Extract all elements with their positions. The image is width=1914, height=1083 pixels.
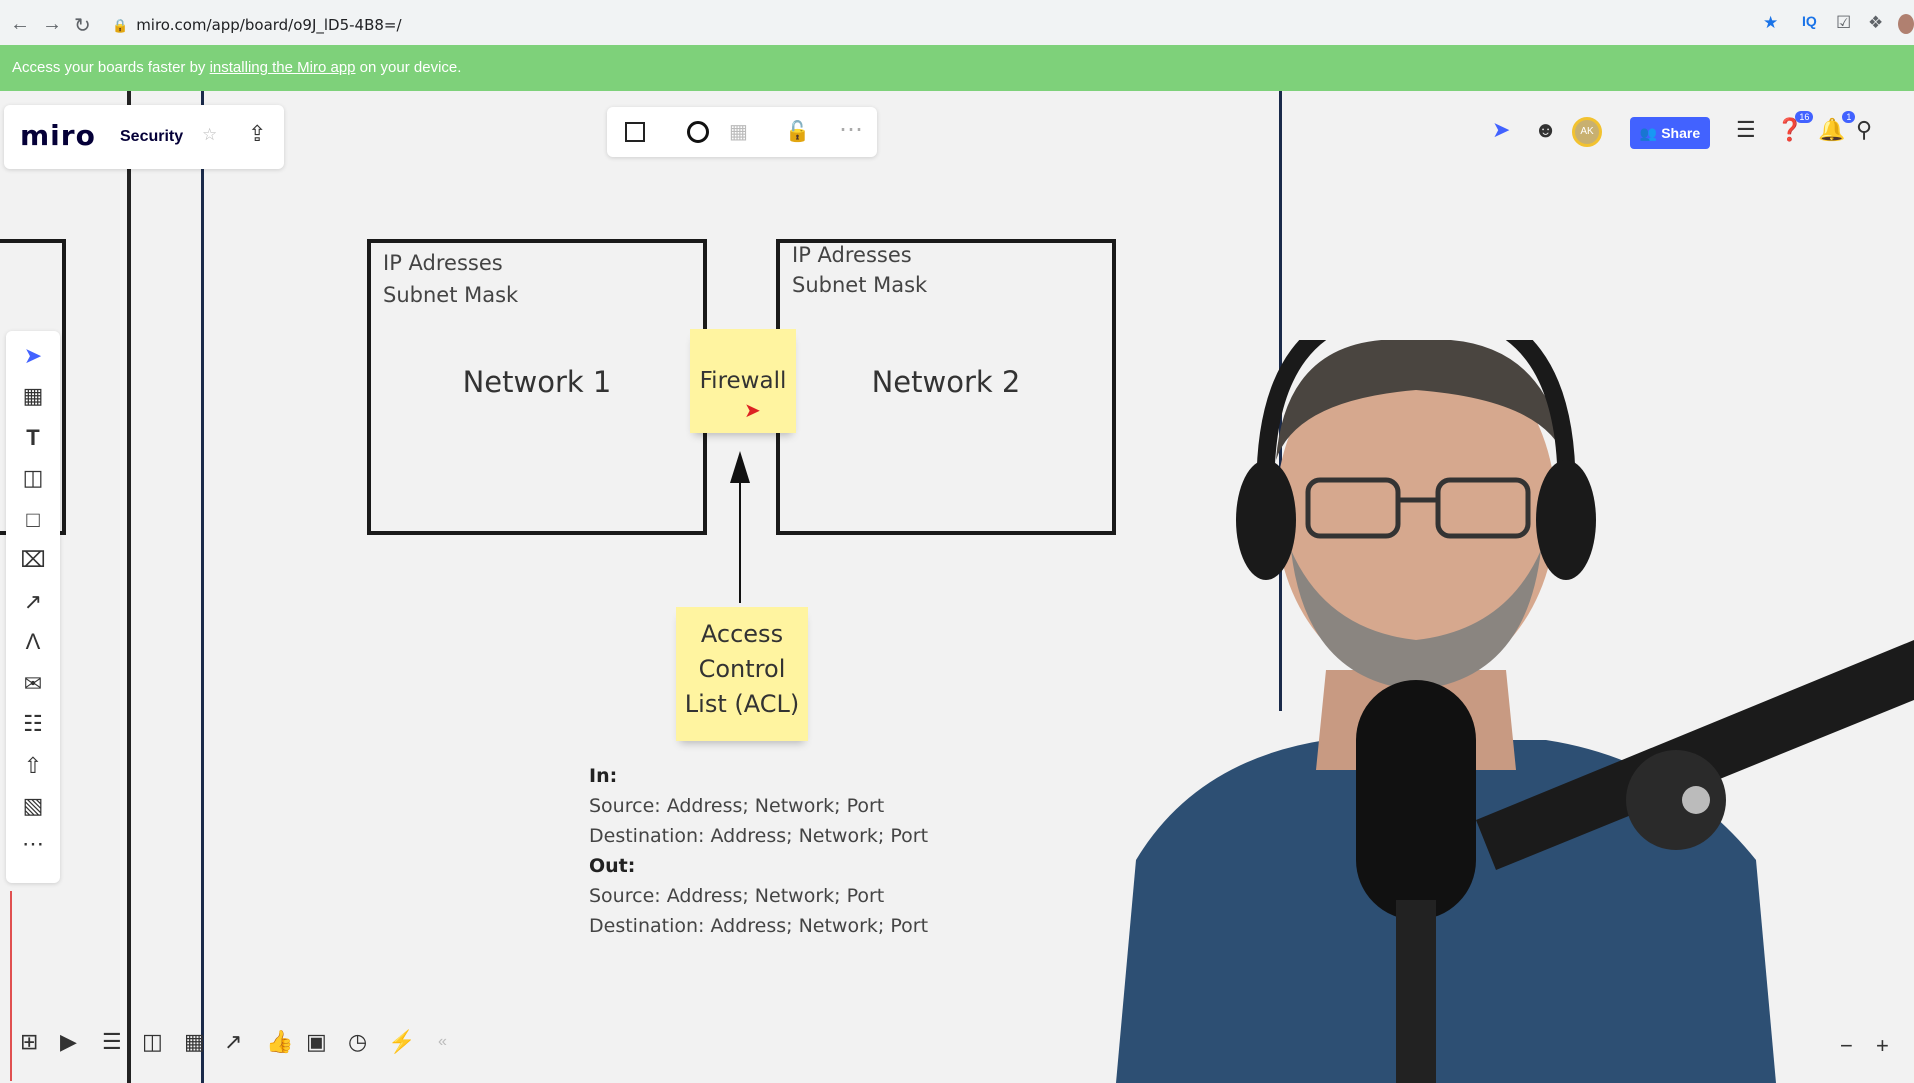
pen-icon[interactable]: Λ: [6, 629, 60, 655]
upload-icon[interactable]: ⇧: [6, 753, 60, 779]
pen-line-icon[interactable]: ↗: [6, 589, 60, 615]
shape-square-icon[interactable]: [625, 122, 645, 142]
network-2-box[interactable]: IP Adresses Subnet Mask Network 2: [776, 239, 1116, 535]
fill-pattern-icon[interactable]: ▦: [729, 119, 748, 144]
rules-out-heading: Out:: [589, 855, 636, 877]
more-options-icon[interactable]: ⋯: [839, 115, 863, 144]
grid-icon[interactable]: ▦: [184, 1029, 205, 1055]
export-icon[interactable]: ⇪: [248, 121, 266, 147]
presentation-icon[interactable]: ▶: [60, 1029, 77, 1055]
notifications-bell-icon[interactable]: 🔔 1: [1818, 111, 1856, 143]
vote-icon[interactable]: 👍: [266, 1029, 293, 1055]
bookmark-star-icon[interactable]: ★: [1763, 13, 1778, 33]
bottom-toolbar: ⊞ ▶ ☰ ◫ ▦ ↗ 👍 ▣ ◷ ⚡ «: [14, 1023, 464, 1067]
creation-toolbar: ➤ ▦ T ◫ □ ⌧ ↗ Λ ✉ ☷ ⇧ ▧ ⋯: [6, 331, 60, 883]
board-name[interactable]: Security: [120, 128, 183, 146]
rules-in-heading: In:: [589, 765, 618, 787]
acl-rules-text[interactable]: In: Source: Address; Network; Port Desti…: [589, 761, 928, 941]
network-2-ip-label: IP Adresses: [792, 243, 912, 267]
frame-x-icon[interactable]: ⌧: [6, 547, 60, 573]
settings-sliders-icon[interactable]: ☰: [1736, 117, 1756, 143]
reaction-icon[interactable]: ➤: [1492, 117, 1510, 143]
network-2-subnet-label: Subnet Mask: [792, 273, 928, 297]
miro-logo[interactable]: miro: [20, 119, 96, 152]
cursor-marker: [735, 433, 741, 439]
help-icon[interactable]: ❓ 16: [1776, 111, 1814, 143]
lock-icon: 🔒: [112, 19, 129, 34]
text-icon[interactable]: T: [6, 425, 60, 451]
more-icon[interactable]: ⋯: [6, 831, 60, 857]
comment-icon[interactable]: ✉: [6, 671, 60, 697]
frames-icon[interactable]: ⊞: [20, 1029, 38, 1055]
add-collaborator-icon[interactable]: ☻: [1534, 117, 1557, 143]
install-app-link[interactable]: installing the Miro app: [210, 59, 356, 76]
rules-out-destination: Destination: Address; Network; Port: [589, 915, 929, 937]
context-toolbar: ▦ 🔓 ⋯: [607, 107, 877, 157]
notification-badge: 1: [1842, 111, 1856, 123]
network-1-ip-label: IP Adresses: [383, 251, 503, 275]
canvas-divider-line: [127, 91, 131, 1083]
share-screen-icon[interactable]: ↗: [224, 1029, 242, 1055]
red-cursor-icon: ➤: [744, 400, 761, 422]
canvas-divider-line: [201, 91, 204, 1083]
acl-line-2: Control: [698, 655, 786, 683]
network-1-box[interactable]: IP Adresses Subnet Mask Network 1: [367, 239, 707, 535]
sticky-note-icon[interactable]: ◫: [6, 465, 60, 491]
star-icon[interactable]: ☆: [202, 125, 217, 145]
collapse-icon[interactable]: «: [438, 1033, 447, 1051]
extensions-puzzle-icon[interactable]: ❖: [1868, 13, 1883, 33]
board-header-panel: miro Security ☆ ⇪: [4, 105, 284, 169]
browser-bar: ← → ↻ 🔒 miro.com/app/board/o9J_lD5-4B8=/ …: [0, 0, 1914, 50]
firewall-label: Firewall: [699, 368, 787, 394]
banner-text-after: on your device.: [355, 59, 462, 76]
avatar[interactable]: AK: [1572, 117, 1602, 147]
cards-icon[interactable]: ◫: [142, 1029, 163, 1055]
extension-iq-icon[interactable]: IQ: [1802, 13, 1817, 29]
top-right-panel: ➤ ☻ AK 👥 Share ☰ ❓ 16 🔔 1 ⚲: [1480, 103, 1872, 163]
kanban-icon[interactable]: ▧: [6, 793, 60, 819]
acl-line-3: List (ACL): [684, 690, 800, 718]
install-app-banner: Access your boards faster by installing …: [0, 45, 1914, 91]
firewall-sticky-note[interactable]: Firewall: [690, 329, 796, 433]
lock-icon[interactable]: 🔓: [785, 119, 810, 144]
frame-icon[interactable]: ☷: [6, 711, 60, 737]
rules-out-source: Source: Address; Network; Port: [589, 885, 885, 907]
lightning-icon[interactable]: ⚡: [388, 1029, 415, 1055]
acl-to-firewall-arrow[interactable]: [725, 451, 755, 603]
share-label: Share: [1661, 125, 1701, 141]
help-badge: 16: [1795, 111, 1814, 123]
canvas-red-line: [10, 891, 12, 1081]
border-circle-icon[interactable]: [687, 121, 709, 143]
network-1-subnet-label: Subnet Mask: [383, 283, 519, 307]
video-icon[interactable]: ▣: [306, 1029, 327, 1055]
timer-icon[interactable]: ◷: [348, 1029, 367, 1055]
network-2-title: Network 2: [871, 365, 1021, 399]
presenter-video-image: [1116, 340, 1914, 1083]
banner-text-before: Access your boards faster by: [12, 59, 210, 76]
forward-icon[interactable]: →: [42, 13, 62, 36]
rules-in-destination: Destination: Address; Network; Port: [589, 825, 929, 847]
rules-in-source: Source: Address; Network; Port: [589, 795, 885, 817]
search-icon[interactable]: ⚲: [1856, 117, 1872, 143]
network-1-title: Network 1: [462, 365, 612, 399]
url-text: miro.com/app/board/o9J_lD5-4B8=/: [136, 16, 402, 34]
template-icon[interactable]: ▦: [6, 383, 60, 409]
address-bar[interactable]: 🔒 miro.com/app/board/o9J_lD5-4B8=/: [112, 10, 1752, 40]
pocket-icon[interactable]: ☑: [1836, 13, 1851, 33]
profile-avatar-icon[interactable]: [1898, 14, 1914, 34]
shape-icon[interactable]: □: [6, 507, 60, 533]
acl-line-1: Access: [700, 620, 784, 648]
cursor-icon[interactable]: ➤: [6, 343, 60, 369]
share-button[interactable]: 👥 Share: [1630, 117, 1710, 149]
acl-sticky-note[interactable]: Access Control List (ACL): [676, 607, 808, 741]
presenter-webcam: [1076, 340, 1914, 1083]
comments-icon[interactable]: ☰: [102, 1029, 122, 1055]
reload-icon[interactable]: ↻: [74, 13, 91, 38]
back-icon[interactable]: ←: [10, 13, 30, 36]
